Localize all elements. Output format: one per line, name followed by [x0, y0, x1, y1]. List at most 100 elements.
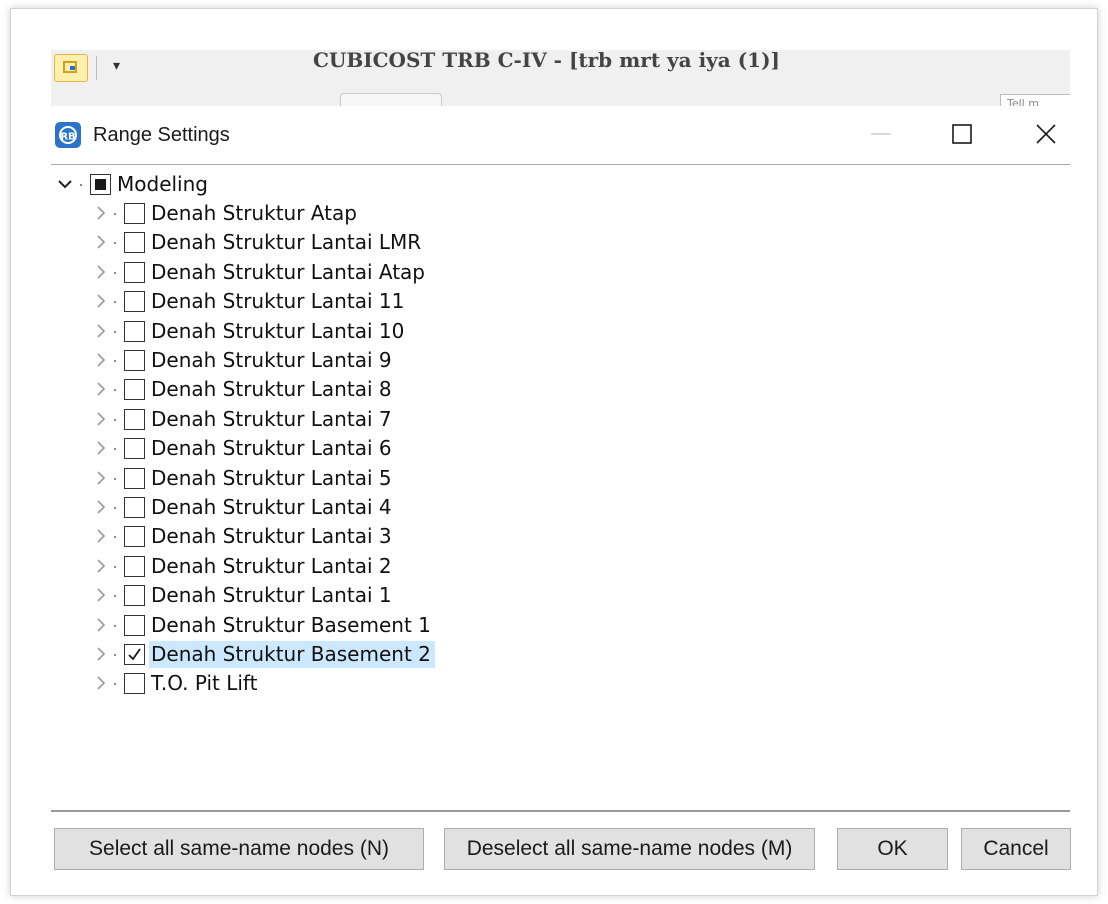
tree-node-checkbox[interactable] — [124, 614, 145, 636]
tree-node-checkbox[interactable] — [124, 585, 145, 607]
tree-node-label[interactable]: Denah Struktur Lantai 5 — [149, 465, 396, 492]
tree-node[interactable]: Denah Struktur Lantai 1 — [51, 581, 1070, 610]
chevron-down-icon[interactable] — [57, 174, 73, 194]
chevron-right-icon[interactable] — [93, 585, 109, 605]
tree-node-checkbox[interactable] — [124, 438, 145, 460]
tree-node[interactable]: Denah Struktur Lantai 2 — [51, 552, 1070, 581]
tree-node[interactable]: Denah Struktur Lantai 7 — [51, 405, 1070, 434]
range-tree-view[interactable]: Modeling Denah Struktur Atap Denah Strukt… — [51, 168, 1070, 768]
tree-connector-dot — [114, 536, 116, 539]
tree-node-checkbox[interactable] — [124, 320, 145, 342]
tree-connector-dot — [114, 301, 116, 304]
tree-node[interactable]: T.O. Pit Lift — [51, 669, 1070, 698]
tree-node-label[interactable]: T.O. Pit Lift — [149, 670, 261, 697]
tree-node[interactable]: Denah Struktur Lantai 10 — [51, 317, 1070, 346]
tree-connector-dot — [114, 683, 116, 686]
tree-node-label[interactable]: Denah Struktur Lantai 6 — [149, 435, 396, 462]
quick-access-dropdown-icon[interactable]: ▾ — [113, 56, 120, 76]
tree-node-checkbox[interactable] — [124, 291, 145, 313]
ok-button[interactable]: OK — [837, 828, 948, 870]
tree-node-label[interactable]: Denah Struktur Lantai 4 — [149, 494, 396, 521]
tree-node-label[interactable]: Denah Struktur Lantai 3 — [149, 523, 396, 550]
tree-connector-dot — [114, 242, 116, 245]
chevron-right-icon[interactable] — [93, 438, 109, 458]
chevron-right-icon[interactable] — [93, 615, 109, 635]
chevron-right-icon[interactable] — [93, 321, 109, 341]
tree-node[interactable]: Denah Struktur Atap — [51, 199, 1070, 228]
tree-node-label[interactable]: Denah Struktur Atap — [149, 200, 361, 227]
tree-node[interactable]: Denah Struktur Lantai Atap — [51, 258, 1070, 287]
chevron-right-icon[interactable] — [93, 468, 109, 488]
tree-node[interactable]: Denah Struktur Lantai 11 — [51, 287, 1070, 316]
tree-node[interactable]: Denah Struktur Basement 1 — [51, 611, 1070, 640]
tree-node[interactable]: Denah Struktur Basement 2 — [51, 640, 1070, 669]
tree-node[interactable]: Denah Struktur Lantai 6 — [51, 434, 1070, 463]
tree-node-label[interactable]: Denah Struktur Basement 2 — [149, 641, 435, 668]
app-window-title: CUBICOST TRB C-IV - [trb mrt ya iya (1)] — [313, 50, 781, 72]
tree-node[interactable]: Denah Struktur Lantai 4 — [51, 493, 1070, 522]
screenshot-canvas: ▾ CUBICOST TRB C-IV - [trb mrt ya iya (1… — [0, 0, 1108, 904]
tree-node-label[interactable]: Denah Struktur Lantai 11 — [149, 288, 408, 315]
tree-connector-dot — [114, 654, 116, 656]
tree-node[interactable]: Denah Struktur Lantai 3 — [51, 522, 1070, 551]
tree-node-label[interactable]: Denah Struktur Basement 1 — [149, 612, 435, 639]
tree-node-checkbox[interactable] — [124, 232, 145, 254]
tree-node-label[interactable]: Denah Struktur Lantai LMR — [149, 229, 425, 256]
tree-connector-dot — [114, 507, 116, 509]
chevron-right-icon[interactable] — [93, 291, 109, 311]
chevron-right-icon[interactable] — [93, 644, 109, 664]
chevron-right-icon[interactable] — [93, 203, 109, 223]
tree-node[interactable]: Denah Struktur Lantai 5 — [51, 464, 1070, 493]
tree-connector-dot — [114, 271, 116, 274]
tree-node-checkbox[interactable] — [124, 350, 145, 371]
chevron-right-icon[interactable] — [93, 232, 109, 252]
svg-text:RB: RB — [60, 132, 75, 143]
select-all-same-name-button[interactable]: Select all same-name nodes (N) — [54, 828, 424, 870]
tree-node-checkbox[interactable] — [124, 203, 145, 224]
tree-root-node[interactable]: Modeling — [51, 170, 1070, 199]
deselect-all-same-name-button[interactable]: Deselect all same-name nodes (M) — [444, 828, 815, 870]
chevron-right-icon[interactable] — [93, 409, 109, 429]
tree-root-label[interactable]: Modeling — [115, 171, 212, 198]
chevron-right-icon[interactable] — [93, 556, 109, 576]
chevron-right-icon[interactable] — [93, 262, 109, 282]
chevron-right-icon[interactable] — [93, 350, 109, 370]
tree-node-checkbox[interactable] — [124, 644, 145, 665]
tree-node-checkbox[interactable] — [124, 673, 145, 695]
tree-node-checkbox[interactable] — [124, 408, 145, 430]
chevron-right-icon[interactable] — [93, 379, 109, 399]
close-button[interactable] — [1026, 118, 1066, 150]
tree-connector-dot — [80, 184, 82, 186]
tree-connector-dot — [114, 565, 116, 568]
tree-node-label[interactable]: Denah Struktur Lantai 9 — [149, 347, 396, 374]
chevron-right-icon[interactable] — [93, 526, 109, 546]
cancel-button[interactable]: Cancel — [961, 828, 1071, 870]
tree-node-checkbox[interactable] — [124, 497, 145, 518]
dialog-titlebar[interactable]: RB Range Settings — [51, 106, 1070, 165]
tree-node[interactable]: Denah Struktur Lantai 9 — [51, 346, 1070, 375]
app-ribbon-background: ▾ CUBICOST TRB C-IV - [trb mrt ya iya (1… — [51, 50, 1070, 107]
tree-node[interactable]: Denah Struktur Lantai LMR — [51, 228, 1070, 257]
tree-node-checkbox[interactable] — [124, 467, 145, 489]
tree-node-label[interactable]: Denah Struktur Lantai Atap — [149, 259, 429, 286]
chevron-right-icon[interactable] — [93, 497, 109, 517]
tree-node-label[interactable]: Denah Struktur Lantai 8 — [149, 376, 396, 403]
minimize-button[interactable] — [861, 118, 901, 150]
cubicost-app-icon: RB — [55, 122, 81, 148]
maximize-icon — [952, 124, 972, 144]
ribbon-tab[interactable] — [340, 93, 442, 106]
tree-node-checkbox[interactable] — [124, 555, 145, 577]
tree-node-checkbox[interactable] — [124, 379, 145, 401]
maximize-button[interactable] — [942, 118, 982, 150]
tree-root-checkbox[interactable] — [90, 174, 111, 195]
chevron-right-icon[interactable] — [93, 673, 109, 693]
tree-node-label[interactable]: Denah Struktur Lantai 7 — [149, 406, 396, 433]
tree-node-checkbox[interactable] — [124, 261, 145, 283]
app-quick-access-icon[interactable] — [54, 54, 88, 82]
tree-node-checkbox[interactable] — [124, 526, 145, 548]
close-icon — [1036, 124, 1056, 144]
tree-node-label[interactable]: Denah Struktur Lantai 2 — [149, 553, 396, 580]
tree-node[interactable]: Denah Struktur Lantai 8 — [51, 375, 1070, 404]
tree-node-label[interactable]: Denah Struktur Lantai 10 — [149, 318, 408, 345]
tree-node-label[interactable]: Denah Struktur Lantai 1 — [149, 582, 396, 609]
